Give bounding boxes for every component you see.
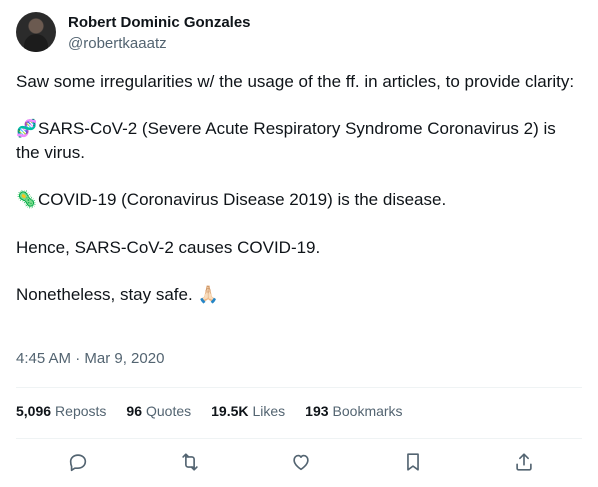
engagement-stats: 5,096 Reposts 96 Quotes 19.5K Likes 193 Book… [16,403,403,425]
author-name[interactable]: Robert Dominic Gonzales [68,14,251,31]
dna-emoji-icon: 🧬 [16,119,38,139]
disease-paragraph: 🦠COVID-19 (Coronavirus Disease 2019) is … [16,188,582,212]
repost-button[interactable] [178,450,202,474]
quotes-count: 96 [126,403,142,419]
tweet-intro: Saw some irregularities w/ the usage of … [16,72,575,91]
likes-stat[interactable]: 19.5K Likes [211,403,285,425]
reply-icon [69,454,87,472]
tweet-timestamp[interactable]: 4:45 AM · Mar 9, 2020 [16,350,164,367]
closing-line: Nonetheless, stay safe. [16,285,193,304]
divider-top [16,387,582,388]
tweet-body: Saw some irregularities w/ the usage of … [16,70,582,331]
likes-label: Likes [252,403,286,419]
share-icon [516,453,532,471]
bookmark-icon [406,453,419,471]
reposts-count: 5,096 [16,403,52,419]
action-bar [16,450,582,478]
repost-icon [181,453,198,471]
hence-line: Hence, SARS-CoV-2 causes COVID-19. [16,238,321,257]
tweet-header: Robert Dominic Gonzales @robertkaaatz [16,12,582,56]
avatar[interactable] [16,12,56,52]
reposts-label: Reposts [55,403,107,419]
quotes-label: Quotes [145,403,192,419]
bookmark-button[interactable] [401,450,425,474]
bookmarks-label: Bookmarks [332,403,403,419]
disease-line: COVID-19 (Coronavirus Disease 2019) is t… [38,190,447,209]
like-icon [293,454,309,471]
virus-line: SARS-CoV-2 (Severe Acute Respiratory Syn… [16,119,556,162]
like-button[interactable] [289,450,313,474]
bookmarks-count: 193 [305,403,329,419]
reposts-stat[interactable]: 5,096 Reposts [16,403,106,425]
virus-paragraph: 🧬SARS-CoV-2 (Severe Acute Respiratory Sy… [16,117,582,164]
quotes-stat[interactable]: 96 Quotes [126,403,191,425]
author-handle[interactable]: @robertkaaatz [68,35,167,52]
likes-count: 19.5K [211,403,249,419]
reply-button[interactable] [66,450,90,474]
share-button[interactable] [512,450,536,474]
microbe-emoji-icon: 🦠 [16,190,38,210]
closing-paragraph: Nonetheless, stay safe. 🙏🏻 [16,283,582,307]
praying-hands-emoji-icon: 🙏🏻 [197,285,219,305]
bookmarks-stat[interactable]: 193 Bookmarks [305,403,402,425]
divider-bottom [16,438,582,439]
